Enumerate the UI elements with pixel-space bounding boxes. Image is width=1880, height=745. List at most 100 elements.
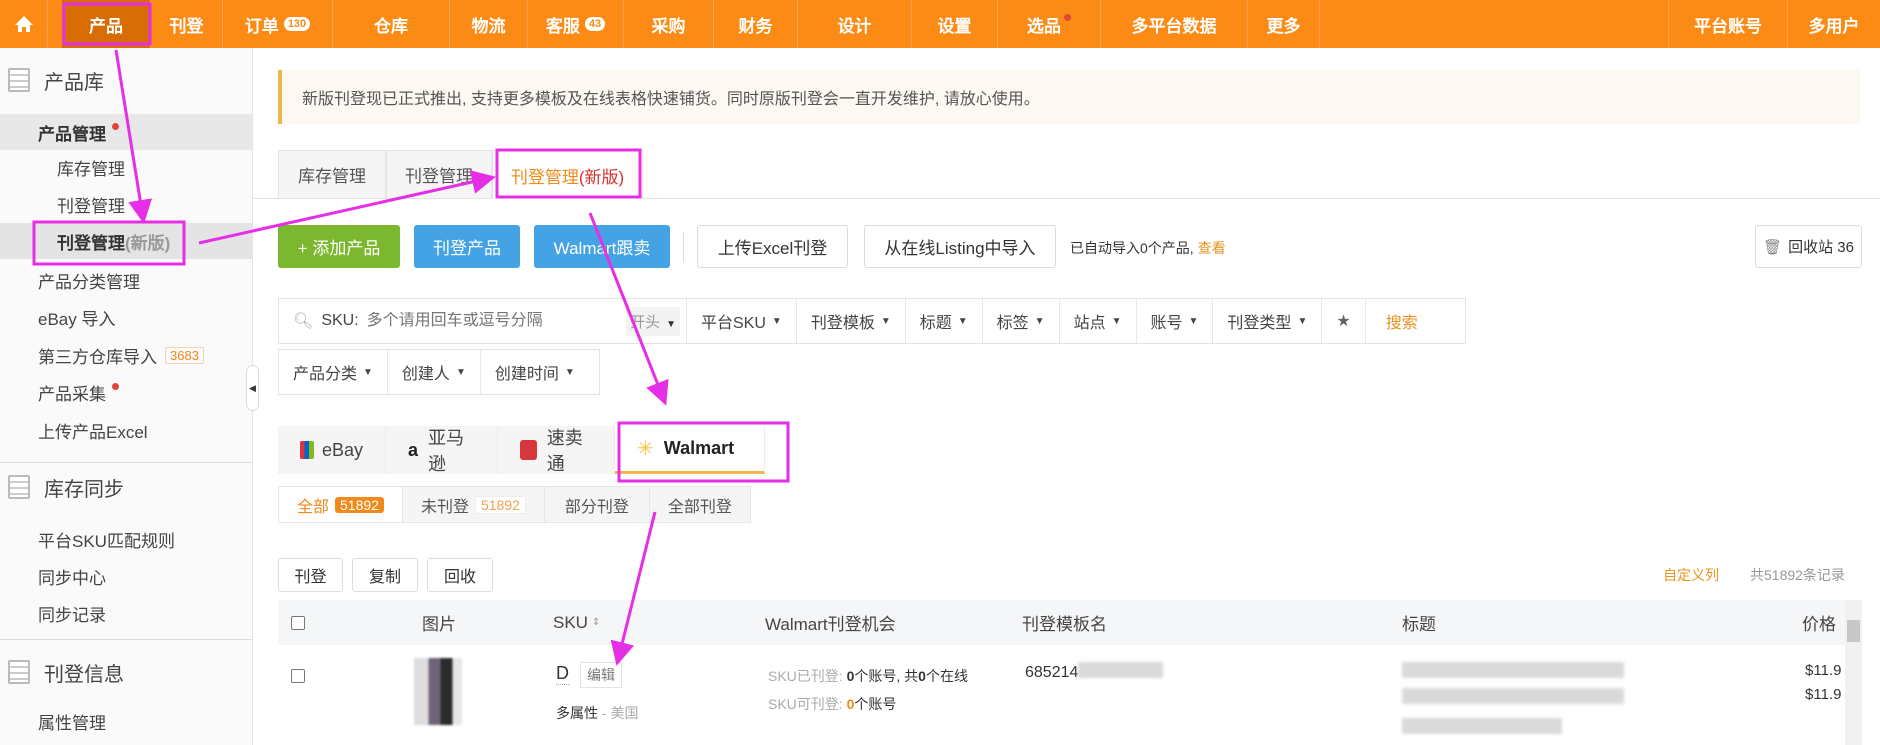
walmart-follow-button[interactable]: Walmart跟卖 — [534, 225, 670, 268]
sidebar-item-ebay-import[interactable]: eBay 导入 — [0, 299, 252, 335]
section-title: 库存同步 — [44, 478, 124, 501]
nav-service[interactable]: 客服 43 — [528, 0, 624, 48]
caret-down-icon: ▼ — [1297, 315, 1308, 327]
sidebar-item-third-party-warehouse[interactable]: 第三方仓库导入 3683 — [0, 337, 252, 373]
nav-label: 订单 — [244, 16, 279, 36]
status-tab-fully-published[interactable]: 全部刊登 — [649, 487, 750, 522]
filter-creator[interactable]: 创建人 ▼ — [388, 350, 481, 394]
label: 速卖通 — [546, 428, 583, 474]
nav-platform-accounts[interactable]: 平台账号 — [1668, 0, 1788, 48]
filter-title[interactable]: 标题 ▼ — [906, 299, 983, 343]
home-icon[interactable] — [0, 0, 48, 48]
caret-down-icon: ▼ — [880, 315, 891, 327]
upload-excel-button[interactable]: 上传Excel刊登 — [697, 225, 848, 268]
nav-finance[interactable]: 财务 — [714, 0, 798, 48]
search-button[interactable]: 搜索 — [1366, 299, 1438, 343]
nav-warehouse[interactable]: 仓库 — [333, 0, 450, 48]
nav-label: 设置 — [937, 16, 972, 36]
bulk-recycle-button[interactable]: 回收 — [427, 558, 493, 592]
sidebar-item-attributes[interactable]: 属性管理 — [0, 703, 252, 739]
col-price: 价格 — [1802, 615, 1836, 634]
sidebar-item-publish[interactable]: 刊登管理 — [0, 186, 252, 222]
status-tab-unpublished[interactable]: 未刊登 51892 — [402, 487, 545, 522]
tab-publish[interactable]: 刊登管理 — [386, 150, 492, 198]
sidebar-item-collect[interactable]: 产品采集 — [0, 374, 252, 410]
sidebar-item-sku-match[interactable]: 平台SKU匹配规则 — [0, 521, 252, 557]
star-icon[interactable]: ★ — [1322, 299, 1366, 343]
nav-orders[interactable]: 订单 130 — [223, 0, 333, 48]
platform-tab-amazon[interactable]: a 亚马逊 — [386, 426, 498, 474]
sidebar-item-sync-center[interactable]: 同步中心 — [0, 558, 252, 594]
platform-tab-walmart[interactable]: ✳ Walmart — [615, 426, 765, 474]
sidebar-item-sync-records[interactable]: 同步记录 — [0, 595, 252, 631]
table-row: D 编辑 多属性 - 美国 SKU已刊登: 0个账号, 共0个在线 SKU可刊登… — [278, 648, 1844, 745]
sku-search-field[interactable]: 🔍︎ SKU: 开头 ▼ — [279, 299, 687, 343]
filter-publish-type[interactable]: 刊登类型 ▼ — [1213, 299, 1323, 343]
bulk-copy-button[interactable]: 复制 — [352, 558, 418, 592]
sidebar-collapse-toggle[interactable]: ◀ — [246, 365, 259, 411]
nav-product[interactable]: 产品 — [62, 0, 151, 48]
edit-button[interactable]: 编辑 — [580, 662, 622, 688]
scrollbar[interactable] — [1845, 600, 1862, 745]
nav-multi-user[interactable]: 多用户 — [1788, 0, 1880, 48]
count-badge: 51892 — [474, 495, 526, 514]
nav-selection[interactable]: 选品 — [998, 0, 1101, 48]
nav-settings[interactable]: 设置 — [912, 0, 998, 48]
sidebar-item-product-management[interactable]: 产品管理 — [0, 114, 252, 150]
filter-site[interactable]: 站点 ▼ — [1060, 299, 1137, 343]
status-tab-partial[interactable]: 部分刊登 — [544, 487, 650, 522]
sidebar-item-publish-new[interactable]: 刊登管理 (新版) — [0, 223, 252, 259]
book-icon — [8, 475, 30, 499]
nav-publish[interactable]: 刊登 — [151, 0, 223, 48]
match-mode-dropdown[interactable]: 开头 ▼ — [626, 306, 680, 336]
select-all-checkbox[interactable] — [291, 600, 305, 645]
sidebar-item-upload-excel[interactable]: 上传产品Excel — [0, 412, 252, 448]
status-tab-all[interactable]: 全部 51892 — [279, 487, 403, 522]
label: SKU — [553, 612, 588, 632]
col-sku[interactable]: SKU ⇕ — [553, 600, 600, 645]
nav-design[interactable]: 设计 — [798, 0, 912, 48]
custom-columns-link[interactable]: 自定义列 — [1663, 565, 1719, 585]
sidebar-item-category[interactable]: 产品分类管理 — [0, 262, 252, 298]
redacted-title — [1402, 688, 1624, 704]
sidebar-item-inventory[interactable]: 库存管理 — [0, 149, 252, 185]
nav-multi-platform-data[interactable]: 多平台数据 — [1101, 0, 1248, 48]
filter-template[interactable]: 刊登模板 ▼ — [797, 299, 906, 343]
item-label: 产品采集 — [38, 384, 106, 404]
nav-logistics[interactable]: 物流 — [450, 0, 528, 48]
filter-created-time[interactable]: 创建时间 ▼ — [481, 350, 589, 394]
recycle-bin-button[interactable]: 🗑 回收站 36 — [1755, 225, 1862, 268]
label: 个账号 — [854, 696, 897, 712]
sidebar-section-publish-info[interactable]: 刊登信息 — [0, 654, 252, 690]
new-version-label: (新版) — [578, 167, 625, 187]
platform-tab-aliexpress[interactable]: 速卖通 — [498, 426, 615, 474]
label: 未刊登 — [420, 498, 469, 516]
view-link[interactable]: 查看 — [1198, 240, 1226, 256]
label: 个账号, 共 — [854, 668, 919, 684]
row-checkbox[interactable] — [291, 669, 305, 683]
tab-inventory[interactable]: 库存管理 — [278, 150, 386, 198]
filter-account[interactable]: 账号 ▼ — [1137, 299, 1214, 343]
scrollbar-thumb[interactable] — [1847, 620, 1860, 642]
bulk-publish-button[interactable]: 刊登 — [278, 558, 343, 592]
tab-label: 刊登管理 — [405, 167, 473, 186]
import-listing-button[interactable]: 从在线Listing中导入 — [864, 225, 1056, 268]
nav-more[interactable]: 更多 — [1248, 0, 1320, 48]
filter-platform-sku[interactable]: 平台SKU ▼ — [687, 299, 797, 343]
item-label: 库存管理 — [57, 159, 125, 179]
filter-category[interactable]: 产品分类 ▼ — [279, 350, 388, 394]
order-count-badge: 130 — [283, 17, 311, 31]
filter-tag[interactable]: 标签 ▼ — [983, 299, 1060, 343]
product-thumbnail[interactable] — [414, 658, 462, 725]
add-product-button[interactable]: + 添加产品 — [278, 225, 400, 268]
sidebar-section-product-library[interactable]: 产品库 — [0, 62, 252, 98]
nav-purchase[interactable]: 采购 — [624, 0, 714, 48]
amazon-icon: a — [408, 439, 419, 460]
tab-label: 库存管理 — [298, 167, 366, 186]
publish-product-button[interactable]: 刊登产品 — [414, 225, 520, 268]
tab-publish-new[interactable]: 刊登管理 (新版) — [492, 150, 643, 199]
sidebar-section-inventory-sync[interactable]: 库存同步 — [0, 469, 252, 505]
sku-search-input[interactable] — [366, 312, 587, 330]
item-label: 同步记录 — [38, 605, 106, 625]
platform-tab-ebay[interactable]: eBay — [278, 426, 386, 474]
